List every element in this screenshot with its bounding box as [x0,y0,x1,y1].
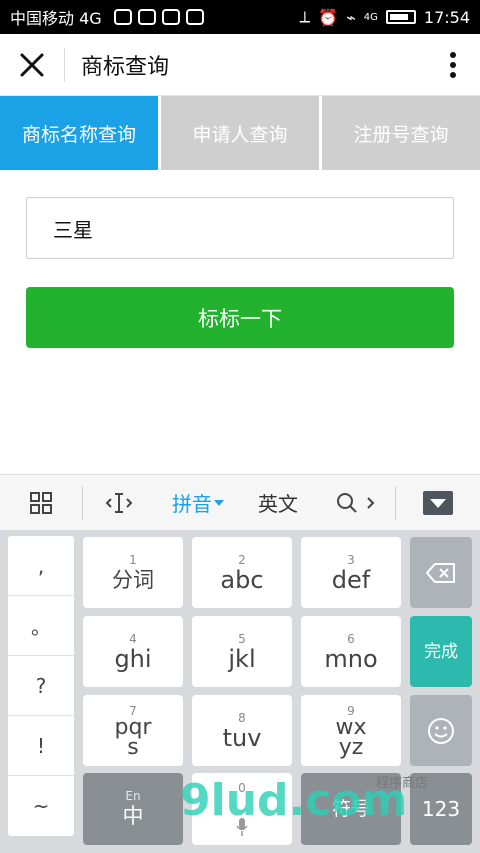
punct-key-comma[interactable]: , [8,536,74,596]
language-switch-key[interactable]: En 中 [83,773,183,845]
backspace-key[interactable] [410,537,472,608]
punct-key-period[interactable]: 。 [8,596,74,656]
punct-key-exclaim[interactable]: ! [8,716,74,776]
app2-icon [185,9,204,25]
search-button[interactable]: 标标一下 [26,287,454,348]
battery-icon [385,10,416,24]
app-nav-bar: 商标查询 [0,34,480,96]
key-9[interactable]: 9 wxyz [301,695,401,766]
watermark-logo: 9lud.com [180,775,408,826]
wifi-icon: ⌁ [346,7,356,27]
status-bar: 中国移动 4G ⟂ ⏰ ⌁ 4G 17:54 [0,0,480,34]
dropdown-caret-icon [214,499,224,506]
search-icon [337,492,357,513]
pinyin-label: 拼音 [172,492,212,516]
emoji-key[interactable] [410,695,472,766]
key-3[interactable]: 3 def [301,537,401,608]
vibrate-icon: ⟂ [299,7,311,26]
tab-applicant[interactable]: 申请人查询 [161,96,319,170]
alarm-icon: ⏰ [318,7,339,27]
smiley-icon [428,717,454,744]
key-7[interactable]: 7 pqrs [83,695,183,766]
key-1[interactable]: 1 分词 [83,537,183,608]
hide-keyboard-button[interactable] [396,475,480,531]
watermark-subtext: 程序商店 [376,776,429,791]
chevron-right-icon [367,496,375,509]
key-2[interactable]: 2 abc [192,537,292,608]
ime-menu-button[interactable] [0,475,82,531]
tab-registration-number[interactable]: 注册号查询 [322,96,480,170]
nav-divider [64,47,65,82]
ime-search-button[interactable] [315,475,395,531]
carrier-text: 中国移动 4G [10,9,102,28]
key-5[interactable]: 5 jkl [192,616,292,687]
clock: 17:54 [423,7,470,27]
grid-icon [30,491,52,514]
close-icon [20,53,44,76]
sync-icon [161,9,180,25]
backspace-icon [426,562,455,583]
status-icons [113,9,204,25]
punct-key-tilde[interactable]: ~ [8,776,74,836]
done-key[interactable]: 完成 [410,616,472,687]
query-tabs: 商标名称查询 申请人查询 注册号查询 [0,96,480,170]
english-label: 英文 [258,492,298,516]
network-badge: 4G [363,11,378,23]
cursor-button[interactable] [83,475,155,531]
ime-toolbar: 拼音 英文 [0,474,480,530]
pinyin-mode-button[interactable]: 拼音 [155,475,241,531]
close-button[interactable] [0,34,64,96]
key-6[interactable]: 6 mno [301,616,401,687]
page-title: 商标查询 [81,54,170,80]
app-icon [137,9,156,25]
more-vertical-icon [450,51,456,78]
collapse-keyboard-icon [423,490,453,515]
cursor-move-icon [105,492,133,513]
key-4[interactable]: 4 ghi [83,616,183,687]
english-mode-button[interactable]: 英文 [241,475,315,531]
image-icon [113,9,132,25]
tab-trademark-name[interactable]: 商标名称查询 [0,96,158,170]
key-8[interactable]: 8 tuv [192,695,292,766]
search-input[interactable] [26,197,454,259]
more-menu-button[interactable] [426,51,480,78]
punct-key-question[interactable]: ? [8,656,74,716]
punctuation-column[interactable]: , 。 ? ! ~ [8,536,74,836]
